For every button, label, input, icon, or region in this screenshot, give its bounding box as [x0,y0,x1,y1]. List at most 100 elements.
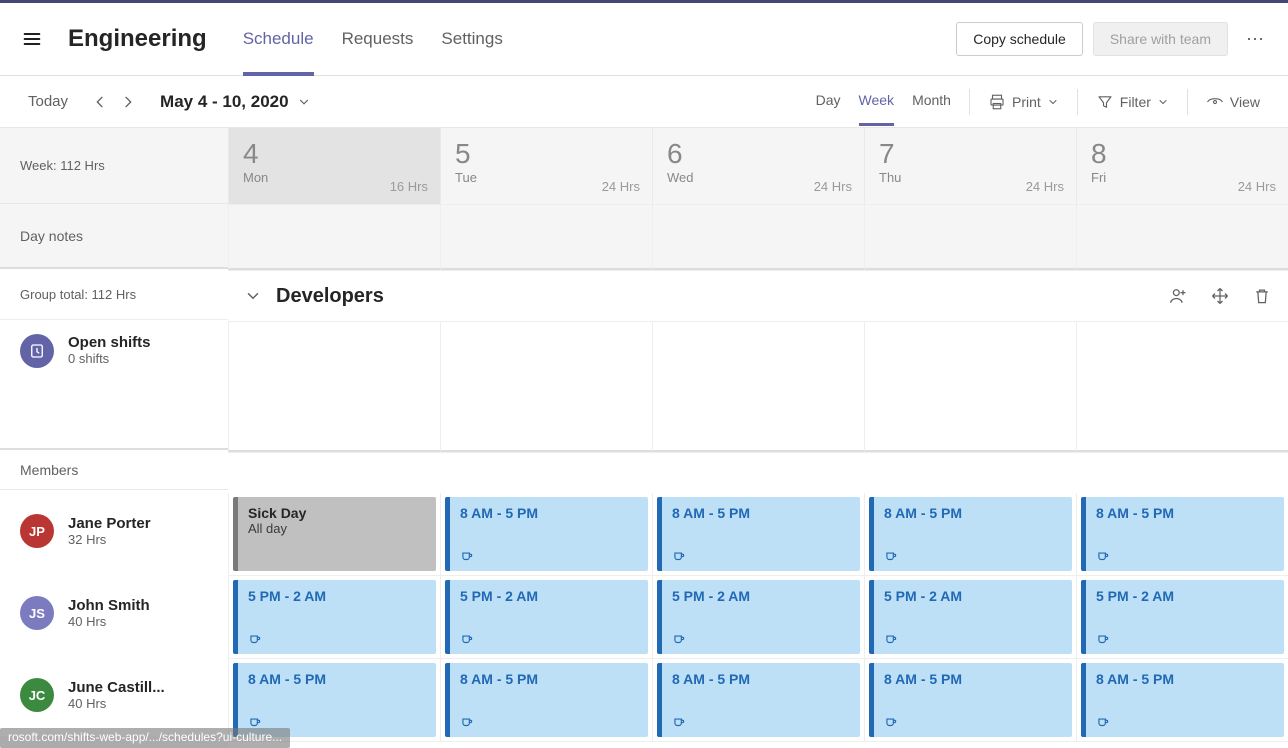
shift-cell[interactable]: 8 AM - 5 PM [864,659,1076,741]
view-week[interactable]: Week [859,92,895,112]
more-icon[interactable]: ⋯ [1238,29,1272,50]
view-month[interactable]: Month [912,92,951,112]
filter-icon [1096,93,1114,111]
day-hours: 24 Hrs [1026,179,1064,194]
day-header[interactable]: 6 Wed 24 Hrs [652,128,864,204]
day-number: 8 [1091,138,1274,170]
member-name: Jane Porter [68,515,151,532]
add-user-icon[interactable] [1168,286,1188,306]
day-header[interactable]: 8 Fri 24 Hrs [1076,128,1288,204]
day-number: 4 [243,138,426,170]
timeoff-card[interactable]: Sick Day All day [233,497,436,571]
separator [1187,89,1188,115]
avatar: JP [20,514,54,548]
shift-cell[interactable]: 8 AM - 5 PM [1076,659,1288,741]
open-shifts-label: Open shifts [68,334,151,351]
member-row[interactable]: JP Jane Porter 32 Hrs [0,490,228,572]
shift-cell[interactable]: 8 AM - 5 PM [652,659,864,741]
shift-card[interactable]: 8 AM - 5 PM [233,663,436,737]
timeoff-title: Sick Day [248,505,426,521]
break-icon [884,632,898,646]
shift-card[interactable]: 8 AM - 5 PM [1081,663,1284,737]
copy-schedule-button[interactable]: Copy schedule [956,22,1083,56]
shift-card[interactable]: 5 PM - 2 AM [657,580,860,654]
shift-cell[interactable]: Sick Day All day [228,493,440,575]
shift-time: 5 PM - 2 AM [460,588,638,604]
sidebar: Week: 112 Hrs Day notes Group total: 112… [0,128,228,748]
open-shift-cell[interactable] [440,322,652,452]
open-shift-cell[interactable] [1076,322,1288,452]
open-shift-cell[interactable] [652,322,864,452]
break-icon [1096,715,1110,729]
date-range-picker[interactable]: May 4 - 10, 2020 [160,92,311,112]
day-header[interactable]: 4 Mon 16 Hrs [228,128,440,204]
shift-cell[interactable]: 5 PM - 2 AM [652,576,864,658]
shift-cell[interactable]: 8 AM - 5 PM [652,493,864,575]
day-number: 6 [667,138,850,170]
shift-card[interactable]: 8 AM - 5 PM [445,663,648,737]
date-range-label: May 4 - 10, 2020 [160,92,289,112]
shift-cell[interactable]: 8 AM - 5 PM [1076,493,1288,575]
shift-cell[interactable]: 8 AM - 5 PM [864,493,1076,575]
shift-cell[interactable]: 5 PM - 2 AM [1076,576,1288,658]
trash-icon[interactable] [1252,286,1272,306]
day-note-cell[interactable] [652,205,864,270]
shift-card[interactable]: 5 PM - 2 AM [869,580,1072,654]
day-note-cell[interactable] [864,205,1076,270]
shift-time: 8 AM - 5 PM [672,505,850,521]
member-row[interactable]: JC June Castill... 40 Hrs [0,654,228,736]
shift-time: 5 PM - 2 AM [1096,588,1274,604]
prev-week-icon[interactable] [86,94,114,110]
team-title: Engineering [68,25,207,53]
member-row[interactable]: JS John Smith 40 Hrs [0,572,228,654]
main-content: Week: 112 Hrs Day notes Group total: 112… [0,128,1288,748]
today-button[interactable]: Today [28,93,68,110]
shift-time: 5 PM - 2 AM [884,588,1062,604]
break-icon [672,632,686,646]
break-icon [248,632,262,646]
filter-button[interactable]: Filter [1096,93,1169,111]
shift-card[interactable]: 5 PM - 2 AM [1081,580,1284,654]
shift-cell[interactable]: 8 AM - 5 PM [440,659,652,741]
day-note-cell[interactable] [440,205,652,270]
calendar-grid: 4 Mon 16 Hrs5 Tue 24 Hrs6 Wed 24 Hrs7 Th… [228,128,1288,748]
member-name: John Smith [68,597,150,614]
next-week-icon[interactable] [114,94,142,110]
open-shift-cell[interactable] [228,322,440,452]
day-note-cell[interactable] [1076,205,1288,270]
shift-card[interactable]: 5 PM - 2 AM [233,580,436,654]
shift-time: 8 AM - 5 PM [672,671,850,687]
shift-card[interactable]: 8 AM - 5 PM [657,663,860,737]
shift-cell[interactable]: 5 PM - 2 AM [864,576,1076,658]
tab-requests[interactable]: Requests [342,3,414,75]
open-shift-cell[interactable] [864,322,1076,452]
open-shifts-row[interactable]: Open shifts 0 shifts [0,320,228,450]
chevron-down-icon[interactable] [244,287,262,305]
shift-cell[interactable]: 8 AM - 5 PM [440,493,652,575]
day-note-cell[interactable] [228,205,440,270]
break-icon [672,549,686,563]
member-hours: 40 Hrs [68,614,150,629]
separator [969,89,970,115]
move-icon[interactable] [1210,286,1230,306]
shift-time: 5 PM - 2 AM [248,588,426,604]
tab-schedule[interactable]: Schedule [243,3,314,75]
shift-card[interactable]: 8 AM - 5 PM [657,497,860,571]
shift-card[interactable]: 5 PM - 2 AM [445,580,648,654]
day-header[interactable]: 5 Tue 24 Hrs [440,128,652,204]
tab-settings[interactable]: Settings [441,3,502,75]
shift-card[interactable]: 8 AM - 5 PM [869,663,1072,737]
shift-cell[interactable]: 5 PM - 2 AM [440,576,652,658]
menu-icon[interactable] [16,23,48,55]
day-header[interactable]: 7 Thu 24 Hrs [864,128,1076,204]
print-button[interactable]: Print [988,93,1059,111]
shift-cell[interactable]: 5 PM - 2 AM [228,576,440,658]
app-header: Engineering Schedule Requests Settings C… [0,3,1288,76]
view-day[interactable]: Day [816,92,841,112]
view-options-button[interactable]: View [1206,93,1260,111]
shift-card[interactable]: 8 AM - 5 PM [869,497,1072,571]
shift-time: 8 AM - 5 PM [460,505,638,521]
shift-card[interactable]: 8 AM - 5 PM [445,497,648,571]
day-number: 5 [455,138,638,170]
shift-card[interactable]: 8 AM - 5 PM [1081,497,1284,571]
